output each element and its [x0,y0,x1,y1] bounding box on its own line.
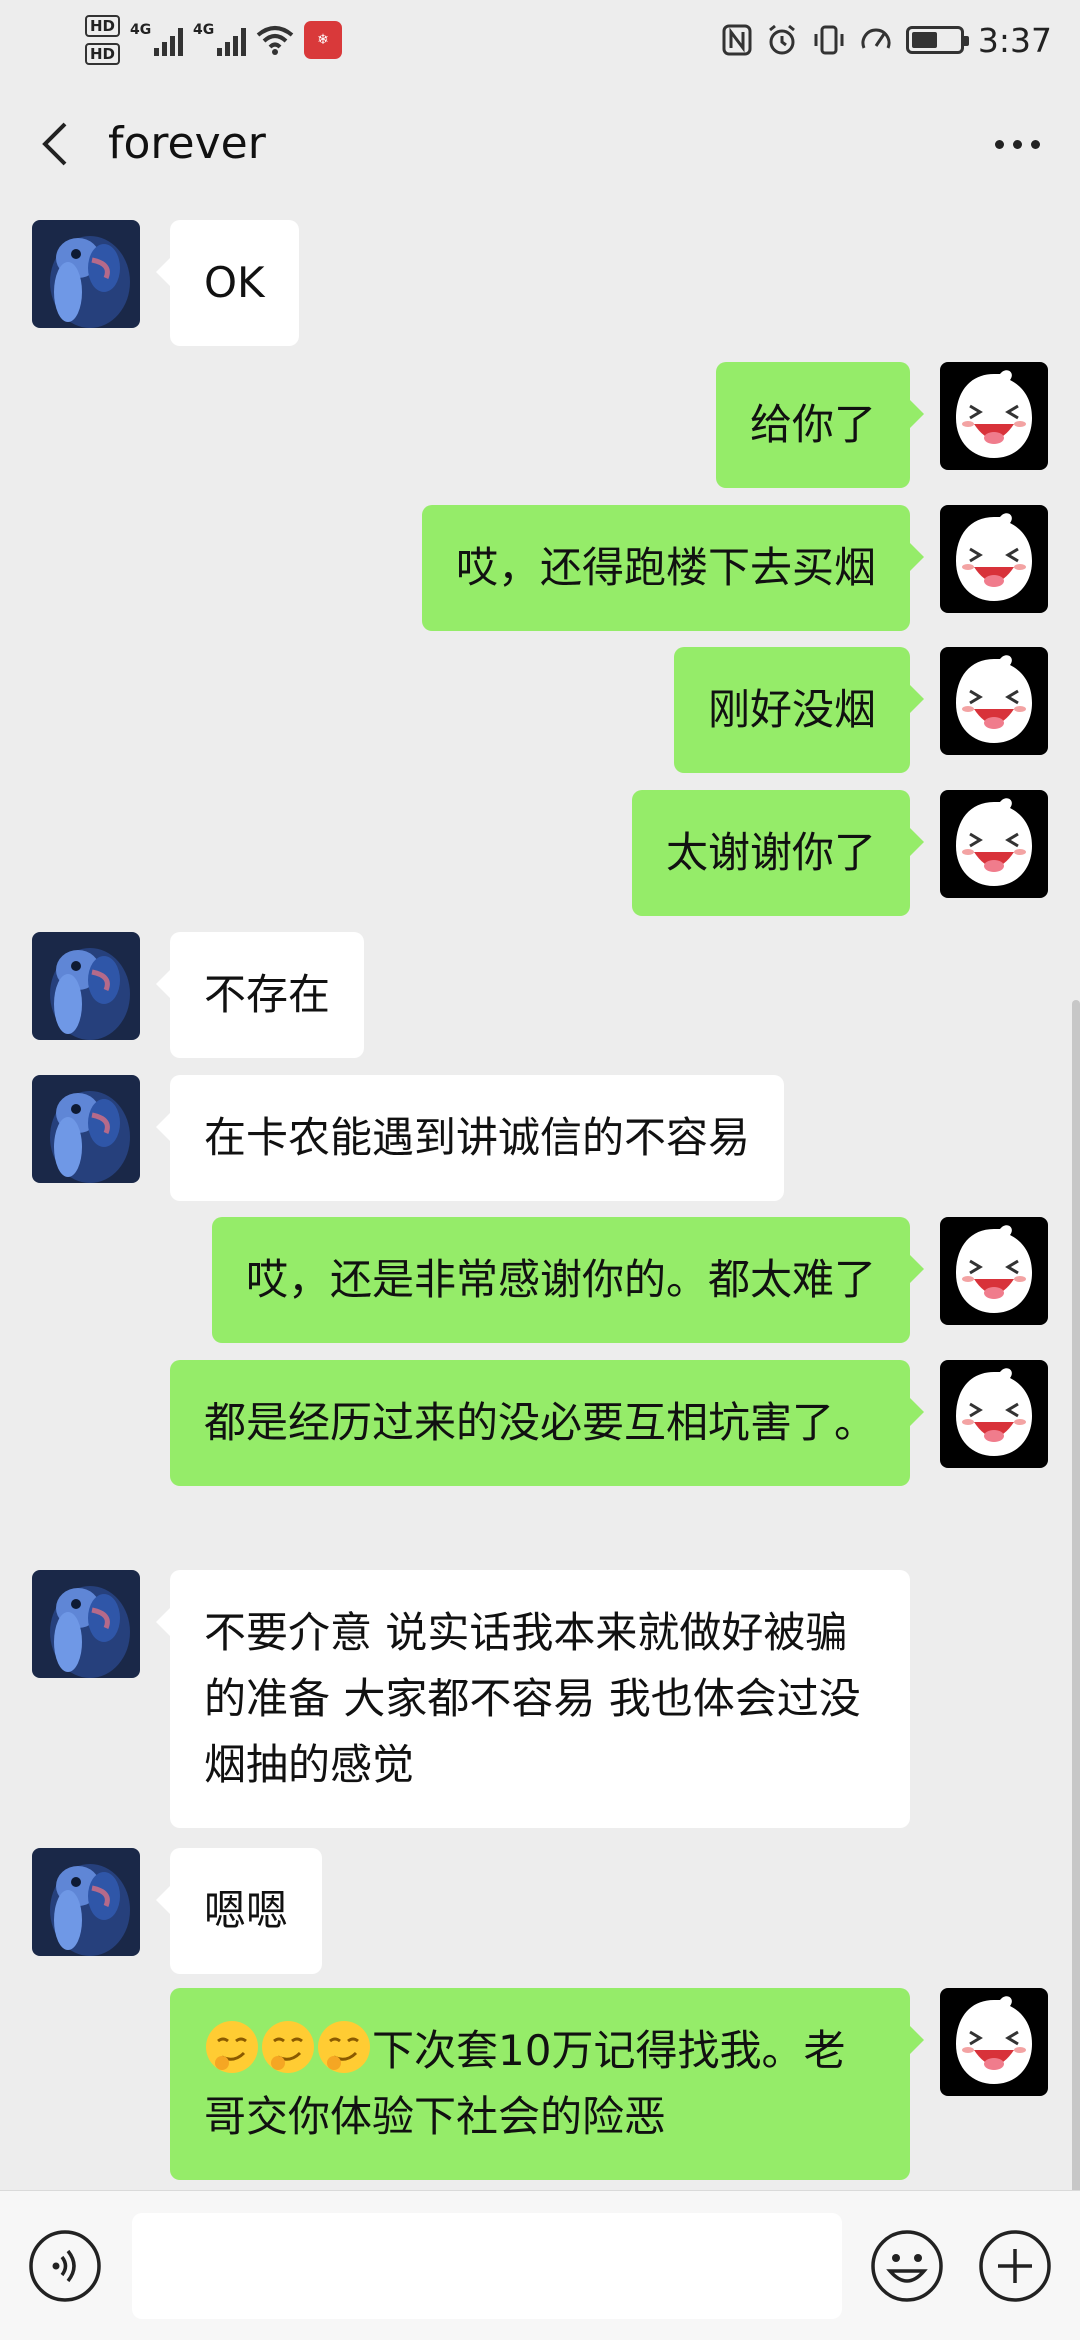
input-bar [0,2190,1080,2340]
message-text: 给你了 [749,400,876,449]
message-text: 不要介意 说实话我本来就做好被骗的准备 大家都不容易 我也体会过没烟抽的感觉 [204,1608,861,1789]
my-avatar[interactable] [940,1360,1048,1468]
alarm-icon [766,24,798,56]
wifi-icon [256,25,294,55]
emoji-button[interactable] [870,2229,944,2303]
vibrate-icon [812,24,846,56]
message-text: 哎，还得跑楼下去买烟 [455,543,876,592]
voice-icon [29,2230,101,2302]
message-bubble[interactable]: 下次套10万记得找我。老哥交你体验下社会的险恶 [170,1988,924,2180]
battery-fill [911,32,938,48]
smirk-emoji [204,2019,260,2075]
status-bar: HD HD 4G 4G ❄ 3:37 [0,0,1080,80]
chevron-left-icon [42,122,67,166]
battery-icon [905,26,969,54]
signal-icon-sim1: 4G [130,22,184,56]
hd2-indicator: HD [85,43,121,65]
status-time: 3:37 [977,20,1052,60]
contact-avatar[interactable] [32,1075,140,1183]
status-right: 3:37 [722,12,1052,68]
chat-title: forever [108,118,266,169]
my-avatar[interactable] [940,362,1048,470]
message-bubble[interactable]: 在卡农能遇到讲诚信的不容易 [155,1075,785,1201]
contact-avatar[interactable] [32,1848,140,1956]
message-text: OK [204,258,265,307]
smirk-emoji [260,2019,316,2075]
status-left: HD HD 4G 4G ❄ [85,12,343,68]
my-avatar[interactable] [940,790,1048,898]
message-bubble[interactable]: 嗯嗯 [155,1848,323,1974]
signal-icon-sim2: 4G [193,22,247,56]
app-notification-icon: ❄ [304,21,343,59]
message-bubble[interactable]: 太谢谢你了 [631,790,925,916]
hd-indicators: HD HD [85,15,121,65]
message-text: 嗯嗯 [204,1886,289,1935]
my-avatar[interactable] [940,1217,1048,1325]
scrollbar[interactable] [1072,1000,1080,2190]
my-avatar[interactable] [940,1988,1048,2096]
message-text: 太谢谢你了 [665,828,876,877]
my-avatar[interactable] [940,647,1048,755]
message-bubble[interactable]: 不要介意 说实话我本来就做好被骗的准备 大家都不容易 我也体会过没烟抽的感觉 [156,1570,910,1828]
message-bubble[interactable]: 哎，还得跑楼下去买烟 [421,505,925,631]
message-bubble[interactable]: 刚好没烟 [673,647,925,773]
voice-button[interactable] [28,2229,102,2303]
more-dots-icon [994,139,1004,149]
message-bubble[interactable]: 给你了 [715,362,925,488]
contact-avatar[interactable] [32,932,140,1040]
nfc-icon [722,24,752,56]
message-bubble[interactable]: 哎，还是非常感谢你的。都太难了 [211,1217,925,1343]
hd1-indicator: HD [85,15,121,37]
plus-icon [979,2230,1051,2302]
message-text: 哎，还是非常感谢你的。都太难了 [245,1255,876,1304]
chat-header: forever [0,80,1080,210]
message-input[interactable] [132,2213,842,2319]
plus-button[interactable] [978,2229,1052,2303]
message-bubble[interactable]: 都是经历过来的没必要互相坑害了。 [170,1360,924,1486]
message-bubble[interactable]: 不存在 [155,932,365,1058]
data-speed-icon [860,24,892,56]
contact-avatar[interactable] [32,1570,140,1678]
chat-message-list[interactable]: OK 给你了 哎，还得跑楼下去买烟 刚好没烟 太谢谢你了 不存在 在卡农能遇到讲… [0,210,1080,2190]
smirk-emoji [316,2019,372,2075]
contact-avatar[interactable] [32,220,140,328]
message-text: 在卡农能遇到讲诚信的不容易 [204,1113,751,1162]
more-button[interactable] [982,116,1052,172]
my-avatar[interactable] [940,505,1048,613]
emoji-icon [871,2230,943,2302]
message-bubble[interactable]: OK [156,220,299,346]
message-text: 都是经历过来的没必要互相坑害了。 [204,1398,877,1447]
message-text: 刚好没烟 [707,685,876,734]
back-button[interactable] [26,116,82,172]
message-text: 不存在 [204,970,331,1019]
